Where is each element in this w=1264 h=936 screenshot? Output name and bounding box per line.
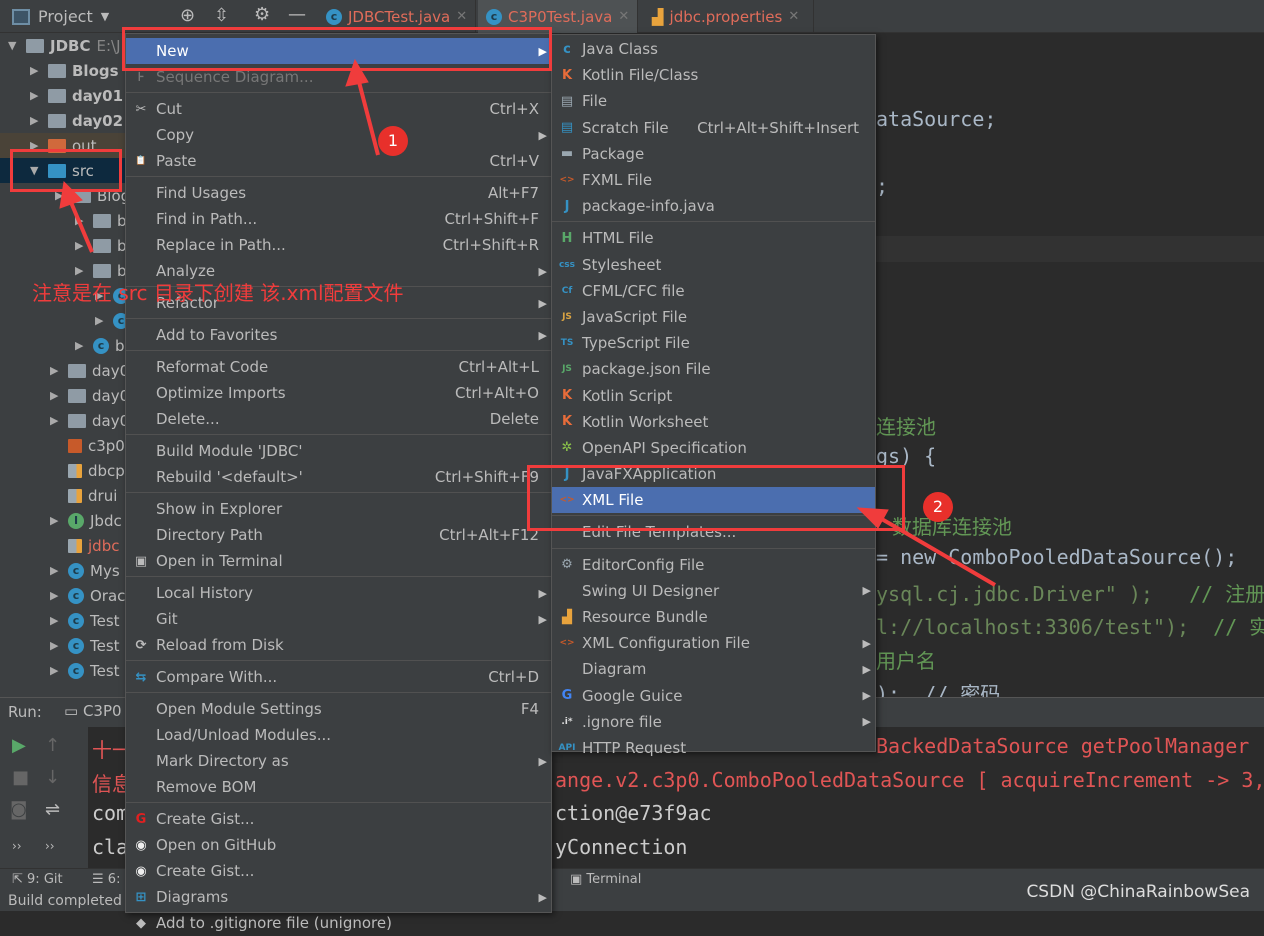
arrow-src [68,199,94,253]
menu-item-label: Add to .gitignore file (unignore) [156,914,392,932]
arrow-src-head [59,180,83,209]
gitignore-icon: ◆ [136,915,146,931]
watermark: CSDN @ChinaRainbowSea [1026,882,1250,902]
step-badge-1: 1 [378,126,408,156]
step-badge-2: 2 [923,492,953,522]
arrow-2-head [856,507,889,529]
arrow-1 [356,77,380,156]
annotation-note: 注意是在 src 目录下创建 该.xml配置文件 [32,281,404,305]
arrow-2 [878,516,997,587]
arrow-1-head [345,58,369,87]
annotation-arrows [59,58,997,587]
menu-item-add-to-gitignore-file-unignore[interactable]: ◆ Add to .gitignore file (unignore) [126,910,551,936]
